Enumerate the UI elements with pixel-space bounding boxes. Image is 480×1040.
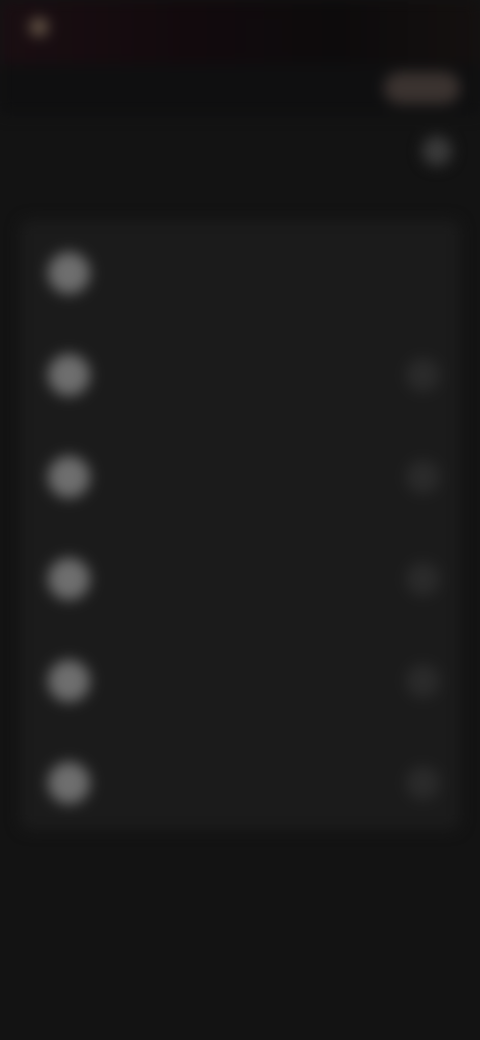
status-icon <box>30 18 48 36</box>
app-header <box>0 64 480 114</box>
status-left <box>30 18 58 36</box>
list-item[interactable] <box>20 628 460 731</box>
list-item[interactable] <box>20 526 460 629</box>
chevron-right-icon[interactable] <box>406 460 440 494</box>
chevron-right-icon[interactable] <box>406 358 440 392</box>
list-item[interactable] <box>20 220 460 323</box>
avatar-icon <box>48 456 90 498</box>
avatar-icon <box>48 660 90 702</box>
list-card <box>20 220 460 830</box>
chevron-right-icon[interactable] <box>406 664 440 698</box>
avatar-icon <box>48 354 90 396</box>
list-item[interactable] <box>20 322 460 425</box>
more-icon[interactable] <box>422 136 452 166</box>
status-bar <box>0 0 480 64</box>
avatar-icon <box>48 252 90 294</box>
header-action-button[interactable] <box>384 72 460 104</box>
chevron-right-icon[interactable] <box>406 766 440 800</box>
avatar-icon <box>48 558 90 600</box>
list-item[interactable] <box>20 424 460 527</box>
chevron-right-icon[interactable] <box>406 562 440 596</box>
blurred-screen <box>0 0 480 1040</box>
avatar-icon <box>48 762 90 804</box>
list-item[interactable] <box>20 730 460 832</box>
